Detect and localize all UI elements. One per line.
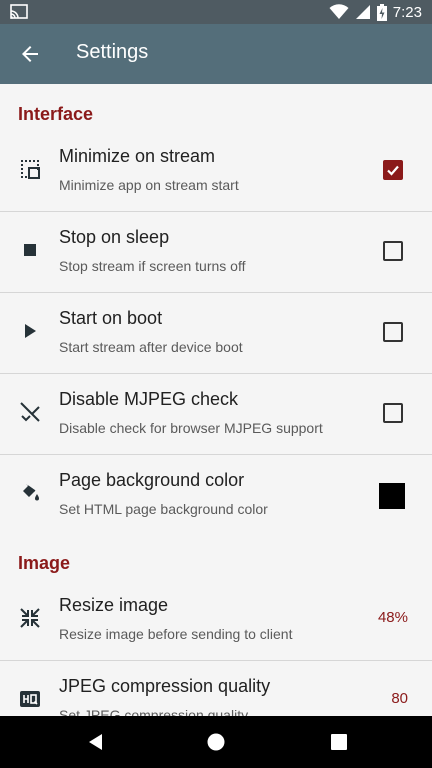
divider xyxy=(0,454,432,455)
checkmark-icon xyxy=(387,165,399,176)
recents-square-icon[interactable] xyxy=(329,732,349,752)
divider xyxy=(0,660,432,661)
background-color-swatch[interactable] xyxy=(379,483,405,509)
setting-title: Stop on sleep xyxy=(59,227,170,247)
home-circle-icon[interactable] xyxy=(206,732,226,752)
setting-title: Start on boot xyxy=(59,308,163,328)
setting-disable-mjpeg-check[interactable]: Disable MJPEG check Disable check for br… xyxy=(0,375,432,455)
hq-icon xyxy=(20,691,40,707)
stop-on-sleep-checkbox[interactable] xyxy=(383,241,403,261)
setting-title: Resize image xyxy=(59,595,169,615)
divider xyxy=(0,292,432,293)
setting-title: Minimize on stream xyxy=(59,146,216,166)
setting-subtitle: Stop stream if screen turns off xyxy=(59,258,246,274)
setting-subtitle: Start stream after device boot xyxy=(59,339,243,355)
page-title: Settings xyxy=(76,41,149,63)
jpeg-quality-value: 80 xyxy=(391,690,408,707)
settings-list[interactable]: Interface Minimize on stream Minimize ap… xyxy=(0,84,432,716)
navigation-bar xyxy=(0,716,432,768)
setting-subtitle: Set HTML page background color xyxy=(59,501,268,517)
status-time: 7:23 xyxy=(392,3,422,21)
cast-icon xyxy=(10,4,28,19)
setting-title: JPEG compression quality xyxy=(59,676,271,696)
battery-icon xyxy=(376,3,387,21)
disable-mjpeg-check-checkbox[interactable] xyxy=(383,403,403,423)
setting-start-on-boot[interactable]: Start on boot Start stream after device … xyxy=(0,294,432,374)
minimize-on-stream-checkbox[interactable] xyxy=(383,160,403,180)
start-on-boot-checkbox[interactable] xyxy=(383,322,403,342)
wifi-icon xyxy=(329,4,349,19)
setting-minimize-on-stream[interactable]: Minimize on stream Minimize app on strea… xyxy=(0,132,432,212)
section-header-image: Image xyxy=(18,553,71,573)
app-bar: Settings xyxy=(0,24,432,84)
setting-jpeg-compression-quality[interactable]: JPEG compression quality Set JPEG compre… xyxy=(0,662,432,716)
arrow-back-icon[interactable] xyxy=(18,42,42,66)
paint-bucket-icon xyxy=(23,484,39,501)
stop-icon xyxy=(24,244,36,256)
setting-resize-image[interactable]: Resize image Resize image before sending… xyxy=(0,581,432,661)
status-bar: 7:23 xyxy=(0,0,432,24)
setting-page-background-color[interactable]: Page background color Set HTML page back… xyxy=(0,456,432,536)
divider xyxy=(0,373,432,374)
signal-icon xyxy=(355,5,370,19)
setting-subtitle: Set JPEG compression quality xyxy=(59,707,249,716)
setting-subtitle: Disable check for browser MJPEG support xyxy=(59,420,323,436)
disable-check-icon xyxy=(20,402,40,422)
setting-subtitle: Resize image before sending to client xyxy=(59,626,293,642)
setting-title: Disable MJPEG check xyxy=(59,389,239,409)
resize-icon xyxy=(20,608,40,628)
divider xyxy=(0,211,432,212)
setting-title: Page background color xyxy=(59,470,245,490)
play-icon xyxy=(25,324,36,338)
minimize-selection-icon xyxy=(21,160,40,179)
back-triangle-icon[interactable] xyxy=(86,732,106,752)
setting-subtitle: Minimize app on stream start xyxy=(59,177,239,193)
setting-stop-on-sleep[interactable]: Stop on sleep Stop stream if screen turn… xyxy=(0,213,432,293)
section-header-interface: Interface xyxy=(18,104,94,124)
resize-image-value: 48% xyxy=(377,609,408,626)
